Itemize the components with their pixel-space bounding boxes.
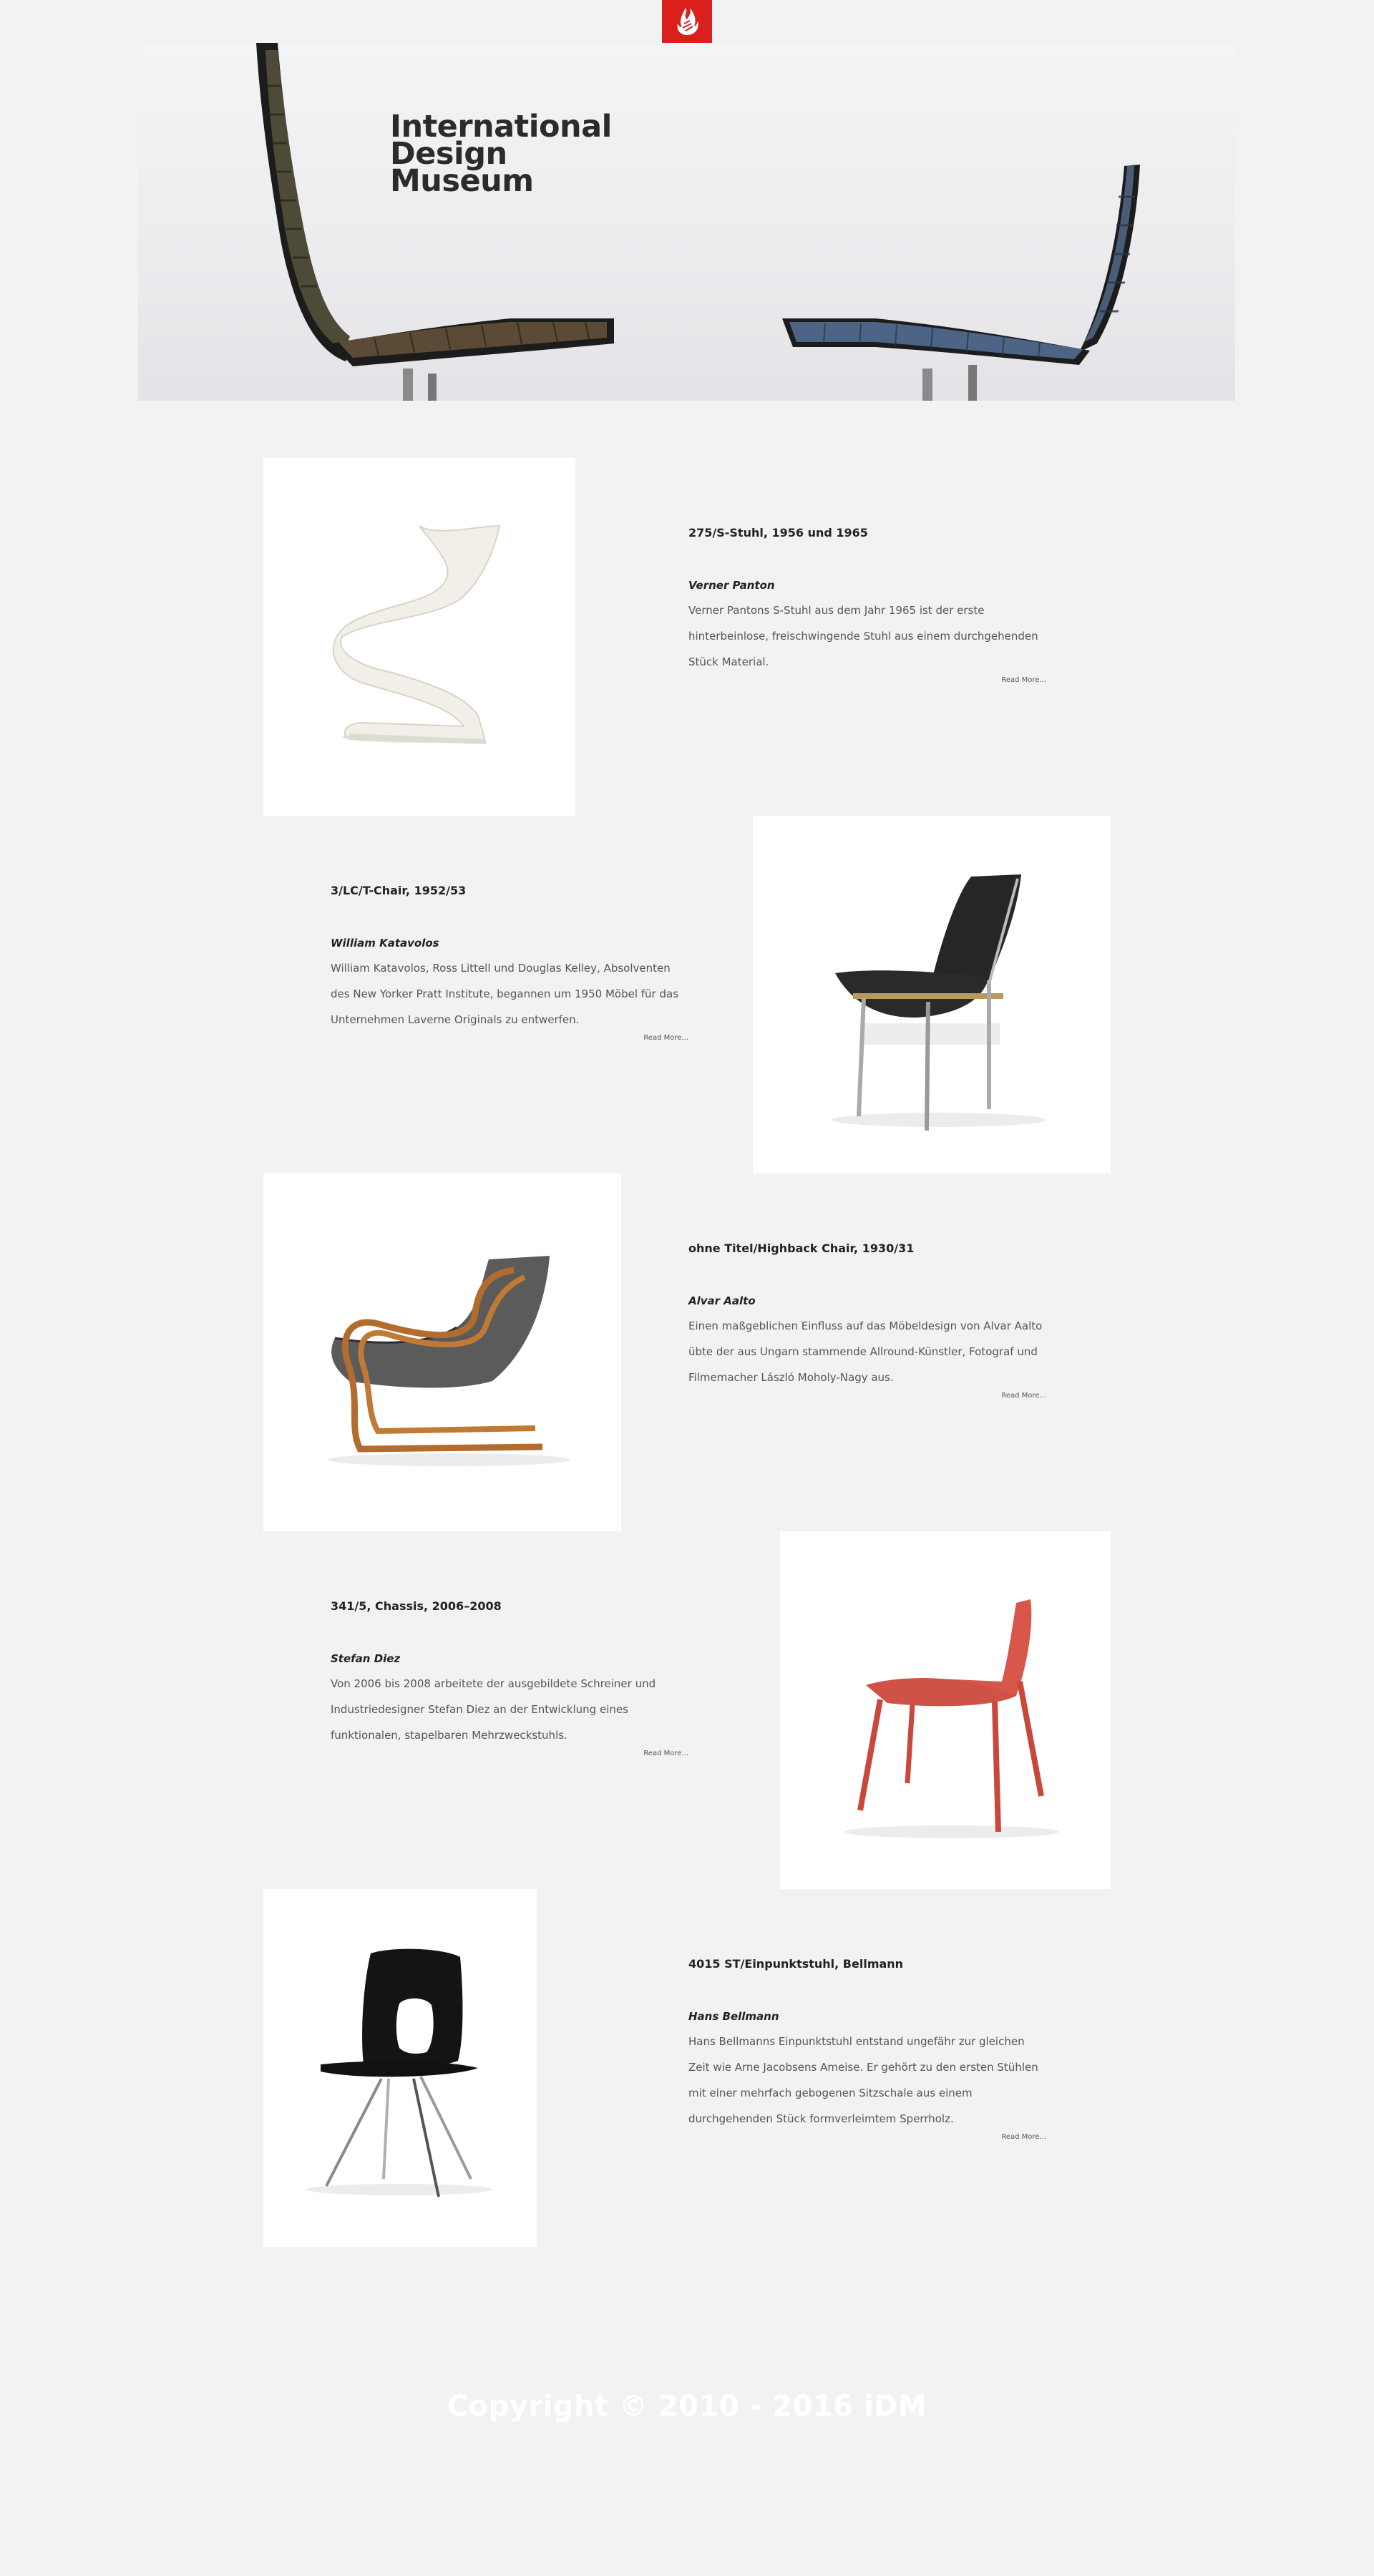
s-chair-image [332, 525, 501, 744]
footer-copyright: Copyright © 2010 - 2016 iDM [447, 2390, 927, 2423]
chair-description: Einen maßgeblichen Einfluss auf das Möbe… [688, 1319, 1043, 1384]
chair-designer: Verner Panton [688, 579, 775, 592]
chair-title: 3/LC/T-Chair, 1952/53 [331, 884, 467, 897]
chair-photo-chassis-chair[interactable] [780, 1531, 1111, 1889]
chair-title: 341/5, Chassis, 2006–2008 [331, 1599, 502, 1613]
chair-description: Hans Bellmanns Einpunktstuhl entstand un… [688, 2035, 1038, 2125]
chair-description: William Katavolos, Ross Littell und Doug… [331, 962, 679, 1026]
chassis-chair-image [844, 1599, 1059, 1838]
chair-photo-t-chair[interactable] [753, 816, 1111, 1174]
einpunktstuhl-image [306, 1948, 492, 2197]
chair-info-5: 4015 ST/Einpunktstuhl, Bellmann Hans Bel… [688, 1957, 1046, 2141]
read-more-link[interactable]: Read More... [688, 1392, 1046, 1400]
read-more-link[interactable]: Read More... [688, 2133, 1046, 2141]
flame-logo-icon [677, 8, 698, 35]
chair-photo-s-chair[interactable] [263, 458, 575, 816]
museum-logo[interactable] [662, 0, 712, 43]
chair-title: ohne Titel/Highback Chair, 1930/31 [688, 1241, 915, 1255]
chair-info-4: 341/5, Chassis, 2006–2008 Stefan Diez Vo… [331, 1599, 688, 1757]
chair-info-2: 3/LC/T-Chair, 1952/53 William Katavolos … [331, 884, 688, 1042]
hero-banner: International Design Museum [138, 43, 1235, 401]
hero-chairs-image [256, 43, 1140, 401]
chair-title: 275/S-Stuhl, 1956 und 1965 [688, 526, 868, 540]
read-more-link[interactable]: Read More... [331, 1750, 688, 1757]
chair-designer: Hans Bellmann [688, 2010, 779, 2023]
read-more-link[interactable]: Read More... [688, 676, 1046, 684]
chair-designer: William Katavolos [331, 937, 439, 950]
chair-title: 4015 ST/Einpunktstuhl, Bellmann [688, 1957, 904, 1971]
chair-designer: Stefan Diez [331, 1652, 401, 1665]
chair-info-3: ohne Titel/Highback Chair, 1930/31 Alvar… [688, 1241, 1046, 1400]
chair-info-1: 275/S-Stuhl, 1956 und 1965 Verner Panton… [688, 526, 1046, 684]
highback-chair-image [328, 1256, 571, 1466]
chair-description: Verner Pantons S-Stuhl aus dem Jahr 1965… [688, 604, 1038, 668]
read-more-link[interactable]: Read More... [331, 1034, 688, 1042]
site-title-line-3: Museum [390, 163, 534, 199]
chair-designer: Alvar Aalto [688, 1294, 756, 1307]
chair-photo-highback-chair[interactable] [263, 1174, 621, 1531]
t-chair-image [832, 874, 1046, 1131]
chair-photo-einpunktstuhl[interactable] [263, 1889, 537, 2247]
chair-description: Von 2006 bis 2008 arbeitete der ausgebil… [331, 1677, 656, 1742]
site-title[interactable]: International Design Museum [390, 112, 612, 199]
